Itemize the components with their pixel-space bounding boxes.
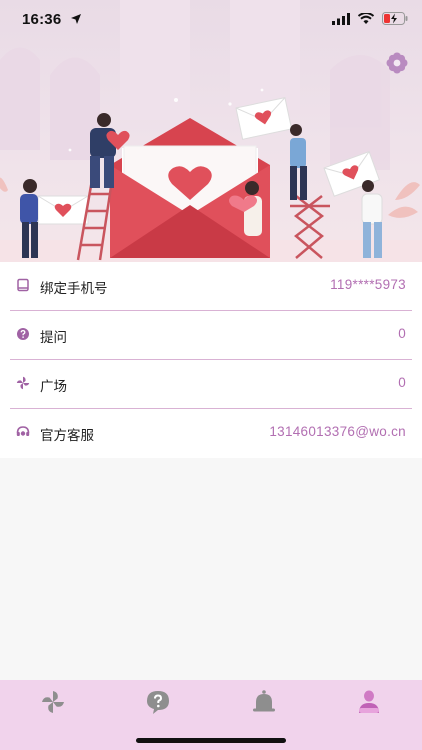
bell-icon: [253, 690, 275, 712]
status-bar: 16:36: [0, 0, 422, 40]
location-arrow-icon: [71, 14, 81, 24]
row-square[interactable]: 广场 0: [10, 360, 412, 408]
home-indicator: [136, 738, 286, 743]
question-circle-icon: [17, 328, 29, 340]
row-value: 0: [398, 375, 406, 390]
settings-list: 绑定手机号 119****5973 提问 0 广场 0 官方客服 1314601…: [0, 262, 422, 458]
pinwheel-icon: [42, 691, 64, 713]
row-value: 13146013376@wo.cn: [269, 424, 406, 439]
battery-charging-icon: [382, 12, 408, 25]
status-icons: [332, 12, 408, 25]
pinwheel-icon: [16, 376, 30, 390]
user-icon: [359, 690, 379, 713]
tab-questions[interactable]: [144, 688, 172, 716]
question-bubble-icon: [147, 691, 169, 714]
row-bind-phone[interactable]: 绑定手机号 119****5973: [10, 262, 412, 310]
row-questions[interactable]: 提问 0: [10, 311, 412, 359]
tab-profile[interactable]: [355, 688, 383, 716]
row-label: 官方客服: [40, 428, 94, 443]
row-value: 0: [398, 326, 406, 341]
tab-square[interactable]: [39, 688, 67, 716]
settings-button[interactable]: [386, 52, 408, 74]
status-time: 16:36: [22, 11, 62, 28]
profile-header: 16:36: [0, 0, 422, 262]
customer-service-icon: [16, 426, 30, 436]
flower-gear-icon: [386, 52, 408, 74]
phone-book-icon: [17, 278, 29, 292]
row-label: 提问: [40, 330, 67, 345]
tab-notifications[interactable]: [250, 688, 278, 716]
row-customer-service[interactable]: 官方客服 13146013376@wo.cn: [10, 409, 412, 457]
row-label: 绑定手机号: [40, 281, 108, 296]
row-value: 119****5973: [330, 277, 406, 292]
wifi-icon: [358, 12, 374, 24]
row-label: 广场: [40, 379, 67, 394]
cellular-signal-icon: [332, 12, 350, 25]
